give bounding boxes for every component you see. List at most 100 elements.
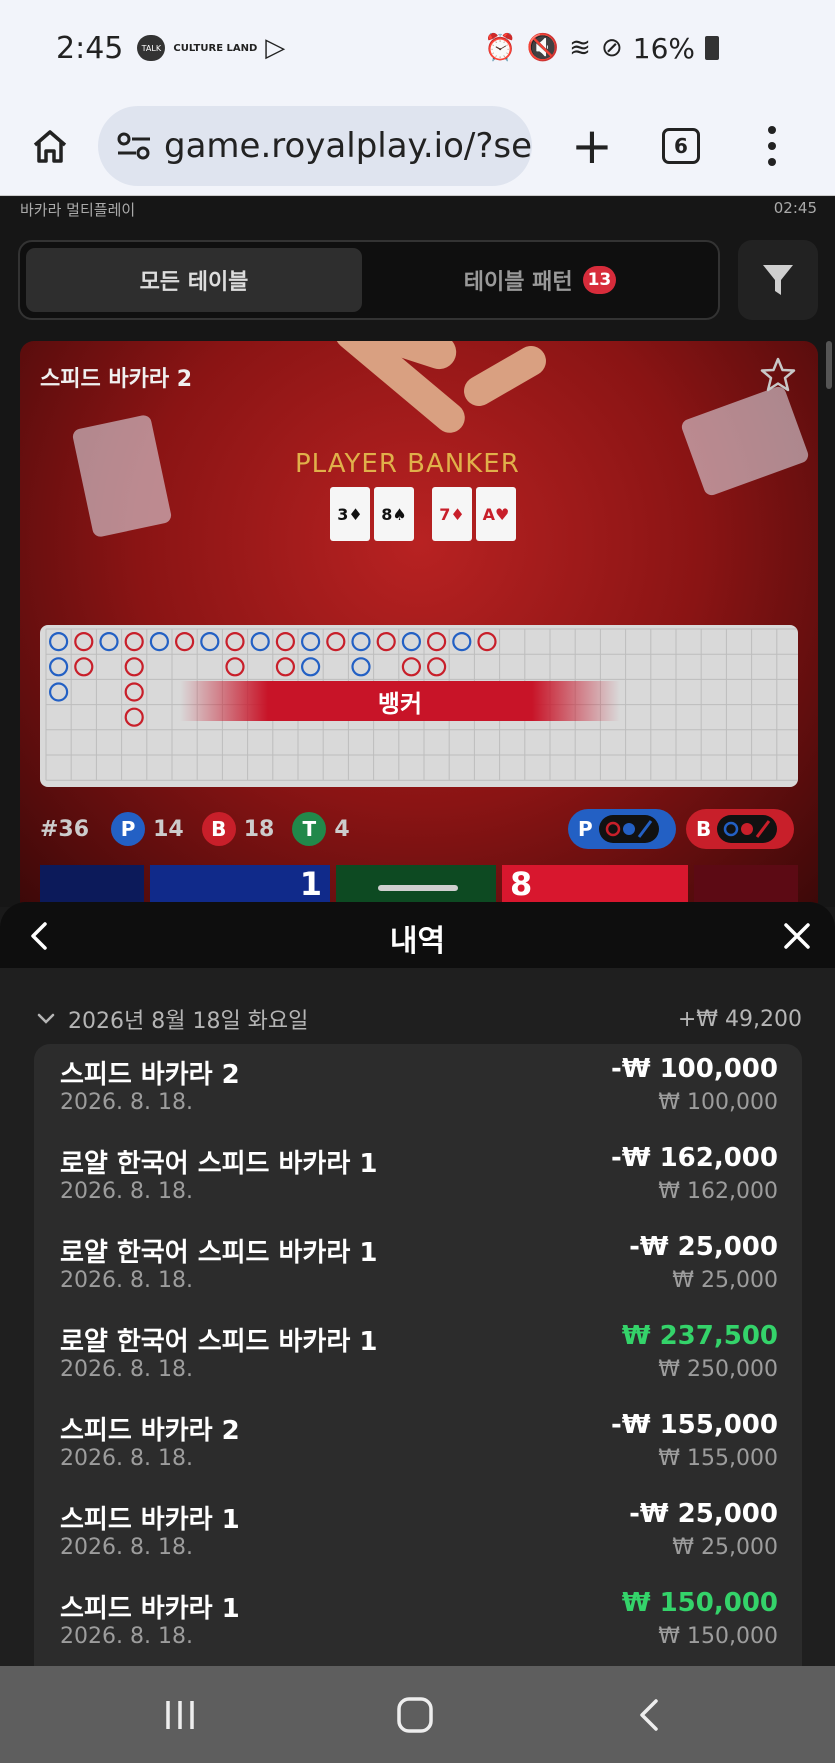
history-row-date: 2026. 8. 18. [60, 1357, 193, 1382]
history-title: 내역 [389, 924, 446, 959]
new-tab-button[interactable]: + [562, 116, 622, 176]
tie-badge: T [292, 812, 327, 846]
bead [275, 632, 295, 652]
bead [149, 632, 170, 652]
home-nav-button[interactable] [385, 1690, 445, 1740]
chevron-down-icon [37, 1013, 55, 1024]
day-label: 2026년 8월 18일 화요일 [68, 1009, 309, 1034]
battery-icon [705, 36, 719, 60]
history-row-bet: ₩ 162,000 [658, 1179, 778, 1204]
system-nav-bar [0, 1666, 835, 1763]
banker-card: A♥ [476, 487, 516, 541]
home-icon [33, 129, 67, 163]
bead [275, 657, 295, 677]
history-row-amount: -₩ 25,000 [629, 1232, 778, 1262]
tune-icon[interactable] [116, 131, 152, 161]
bead [326, 632, 346, 652]
banker-predict-icon [717, 815, 778, 843]
bead [49, 657, 69, 677]
history-row-date: 2026. 8. 18. [60, 1179, 193, 1204]
history-row-bet: ₩ 100,000 [658, 1090, 778, 1115]
history-row-bet: ₩ 155,000 [658, 1446, 778, 1471]
status-time: 2:45 [56, 30, 124, 66]
dealer-hand-right [458, 341, 552, 412]
player-cards: 3♦ 8♠ [330, 487, 414, 541]
home-nav-icon [397, 1697, 433, 1733]
table-card[interactable]: PLAYER BANKER 3♦ 8♠ 7♦ A♥ 스피드 바카라 2 뱅커 #… [20, 341, 818, 916]
history-row-name: 로얄 한국어 스피드 바카라 1 [60, 1327, 378, 1357]
history-sheet-header: 내역 [0, 902, 835, 968]
day-group-header[interactable]: 2026년 8월 18일 화요일 +₩ 49,200 [36, 1002, 802, 1036]
player-badge: P [111, 812, 146, 846]
bead [427, 657, 447, 677]
filter-button[interactable] [738, 240, 818, 320]
history-row[interactable]: 로얄 한국어 스피드 바카라 1 2026. 8. 18. -₩ 25,000 ₩ 2… [34, 1222, 802, 1311]
tabs-icon[interactable]: 6 [662, 127, 700, 164]
game-header-title: 바카라 멀티플레이 [20, 201, 136, 219]
history-row[interactable]: 스피드 바카라 1 2026. 8. 18. ₩ 150,000 ₩ 150,000 [34, 1578, 802, 1666]
browser-toolbar: game.royalplay.io/?ses + 6 [0, 96, 835, 196]
address-bar[interactable]: game.royalplay.io/?ses [98, 105, 532, 186]
banker-predict-pill[interactable]: B [686, 809, 794, 849]
bead [124, 682, 144, 702]
bead [124, 657, 144, 677]
history-row-amount: ₩ 150,000 [621, 1588, 778, 1618]
history-row[interactable]: 로얄 한국어 스피드 바카라 1 2026. 8. 18. ₩ 237,500 ₩ 2… [34, 1311, 802, 1400]
felt-text: PLAYER BANKER [295, 449, 520, 479]
bead [49, 682, 69, 702]
back-nav-icon [640, 1699, 658, 1731]
round-number: #36 [40, 816, 90, 842]
history-row[interactable]: 스피드 바카라 2 2026. 8. 18. -₩ 100,000 ₩ 100,000 [34, 1044, 802, 1133]
kakaotalk-icon: TALK [137, 35, 166, 61]
history-row-name: 로얄 한국어 스피드 바카라 1 [60, 1149, 378, 1179]
history-row-amount: -₩ 155,000 [611, 1410, 778, 1440]
tab-table-patterns[interactable]: 테이블 패턴 13 [370, 248, 710, 312]
page-scrollbar[interactable] [826, 341, 832, 389]
history-row-date: 2026. 8. 18. [60, 1268, 193, 1293]
history-row-name: 스피드 바카라 2 [60, 1060, 240, 1090]
card-shoe [679, 384, 811, 498]
game-header: 바카라 멀티플레이 02:45 [0, 197, 835, 219]
history-row-name: 스피드 바카라 1 [60, 1505, 240, 1535]
recents-button[interactable] [150, 1690, 210, 1740]
bead [175, 632, 195, 652]
tab-all-tables[interactable]: 모든 테이블 [26, 248, 362, 312]
wifi-icon: ≋ [569, 33, 591, 63]
player-card: 8♠ [374, 487, 414, 541]
player-predict-icon [598, 815, 659, 843]
filter-icon [763, 265, 793, 295]
history-row-date: 2026. 8. 18. [60, 1535, 193, 1560]
star-icon [760, 357, 796, 392]
player-predict-pill[interactable]: P [568, 809, 676, 849]
recents-icon [166, 1701, 194, 1729]
battery-percent: 16% [632, 31, 695, 65]
play-store-icon: ▷ [265, 33, 286, 63]
banker-card: 7♦ [432, 487, 472, 541]
history-row[interactable]: 로얄 한국어 스피드 바카라 1 2026. 8. 18. -₩ 162,000 ₩ … [34, 1133, 802, 1222]
close-button[interactable] [777, 916, 817, 956]
more-vert-icon[interactable] [762, 125, 782, 166]
bead [351, 657, 371, 677]
bead [401, 657, 421, 677]
tab-table-patterns-label: 테이블 패턴 [463, 270, 573, 295]
close-icon [784, 923, 810, 949]
bead [225, 657, 245, 677]
history-row[interactable]: 스피드 바카라 2 2026. 8. 18. -₩ 155,000 ₩ 155,000 [34, 1400, 802, 1489]
favorite-button[interactable] [758, 355, 798, 399]
sheet-drag-handle[interactable] [378, 885, 458, 891]
bead [351, 632, 371, 652]
history-row-date: 2026. 8. 18. [60, 1624, 193, 1649]
card-discard-tray [71, 413, 173, 539]
result-banner: 뱅커 [180, 681, 620, 721]
back-nav-button[interactable] [620, 1690, 680, 1740]
bead [250, 632, 270, 652]
history-row-amount: -₩ 25,000 [629, 1499, 778, 1529]
banker-predict-label: B [696, 817, 712, 841]
screen: 2:45 TALK CULTURE LAND ▷ ⏰ 🔇 ≋ ⊘ 16% gam… [0, 0, 835, 1763]
url-text[interactable]: game.royalplay.io/?ses [164, 126, 532, 166]
history-row-name: 스피드 바카라 2 [60, 1416, 240, 1446]
history-row[interactable]: 스피드 바카라 1 2026. 8. 18. -₩ 25,000 ₩ 25,000 [34, 1489, 802, 1578]
history-row-bet: ₩ 25,000 [672, 1268, 778, 1293]
home-button[interactable] [20, 116, 80, 176]
history-row-amount: -₩ 100,000 [611, 1054, 778, 1084]
